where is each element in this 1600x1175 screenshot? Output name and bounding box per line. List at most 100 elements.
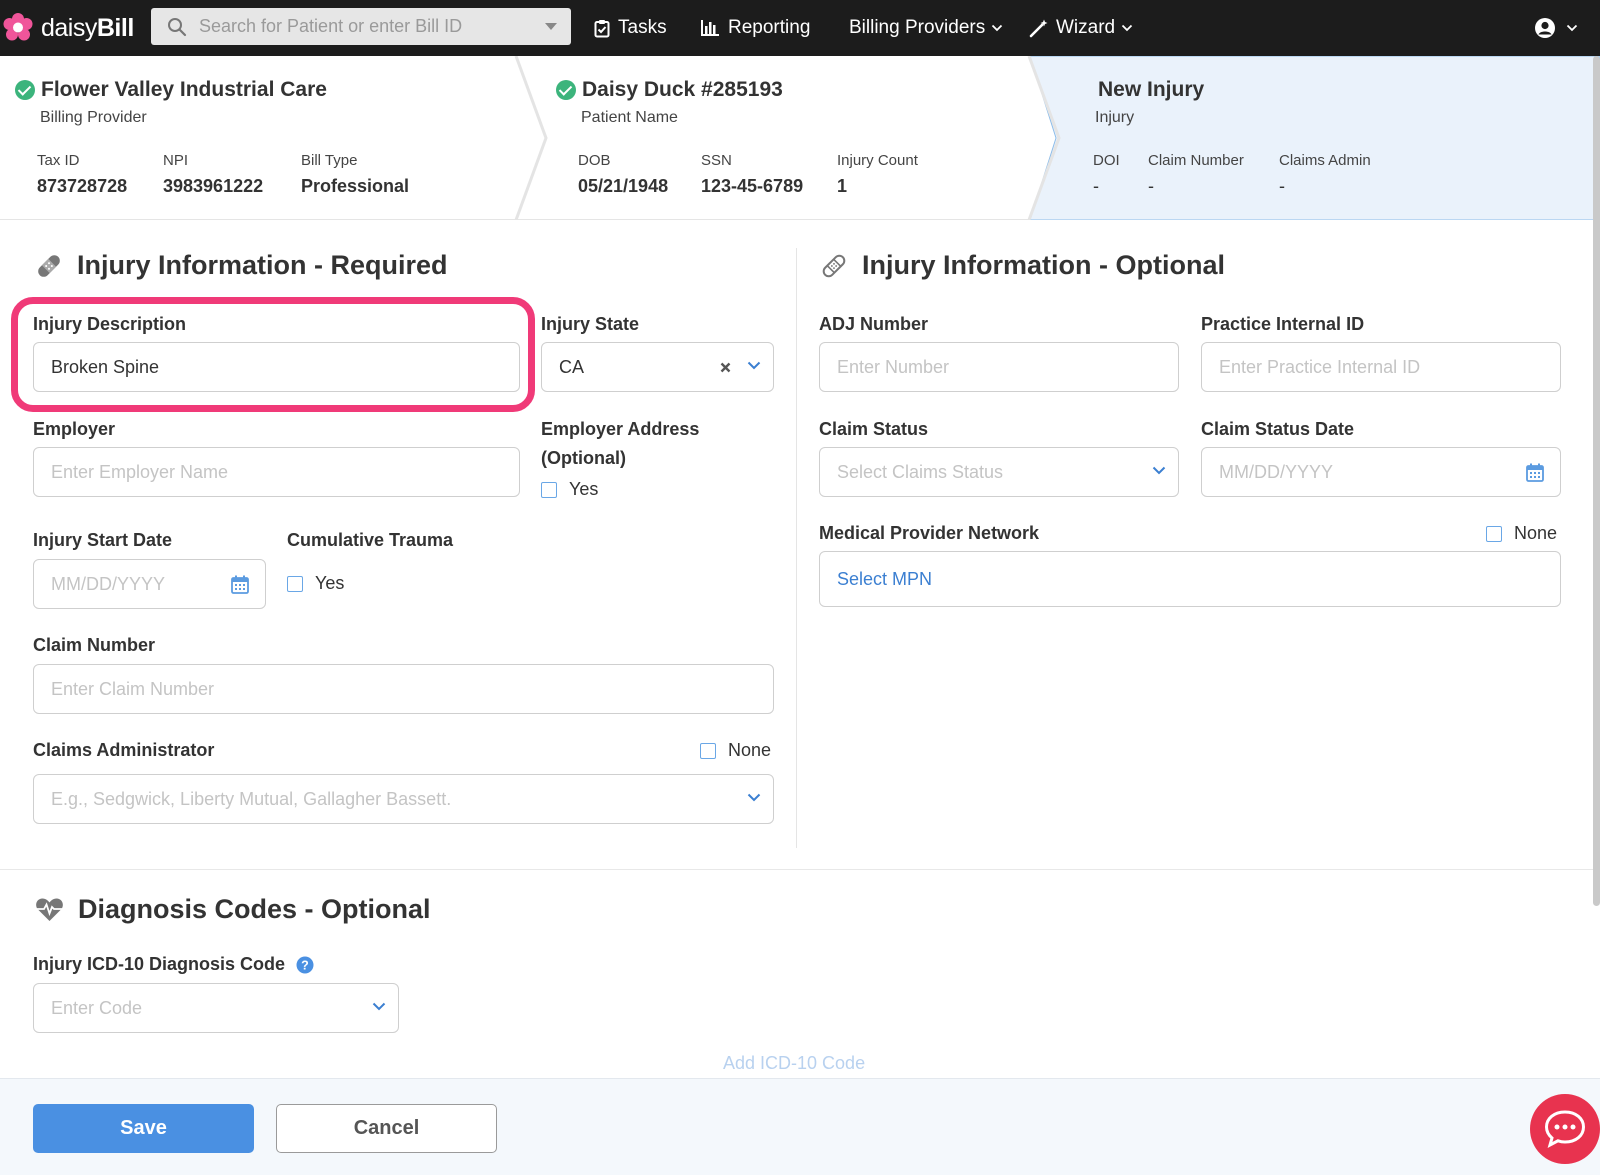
top-navbar: daisyBill Tasks Reporting Billing Provid… [0, 0, 1600, 56]
nav-wizard-label: Wizard [1056, 17, 1116, 38]
step-separator [1027, 56, 1061, 220]
nav-tasks-label: Tasks [618, 17, 667, 38]
nav-billing-providers-label: Billing Providers [849, 17, 986, 38]
search-dropdown-icon[interactable] [545, 23, 557, 30]
claims-admin-header-value: - [1279, 176, 1285, 196]
chat-button[interactable] [1530, 1094, 1600, 1164]
employer-input[interactable]: Enter Employer Name [33, 447, 520, 497]
injury-count-value: 1 [837, 176, 848, 196]
nav-wizard[interactable]: Wizard [1029, 0, 1133, 56]
checkbox-box[interactable] [1486, 525, 1502, 542]
page-scrollbar[interactable] [1593, 56, 1600, 906]
mpn-none-label: None [1514, 523, 1558, 543]
icd-label-text: Injury ICD-10 Diagnosis Code [33, 954, 286, 974]
search-input[interactable] [199, 16, 539, 37]
clipboard-check-icon [594, 19, 610, 37]
diagnosis-section-title: Diagnosis Codes - Optional [35, 894, 431, 925]
claim-status-select[interactable]: Select Claims Status [819, 447, 1179, 497]
injury-start-date-placeholder: MM/DD/YYYY [51, 573, 166, 594]
employer-address-label: Employer Address [541, 419, 700, 439]
injury-start-date-input[interactable]: MM/DD/YYYY [33, 559, 266, 609]
patient-name: Daisy Duck #285193 [582, 78, 783, 101]
doi-value: - [1093, 176, 1099, 196]
mpn-none-checkbox[interactable]: None [1486, 523, 1557, 544]
injury-count-label: Injury Count [837, 152, 918, 169]
claim-number-header-label: Claim Number [1148, 152, 1244, 169]
doi-label: DOI [1093, 152, 1120, 169]
npi-value: 3983961222 [163, 176, 264, 196]
daisy-flower-icon [3, 13, 33, 41]
claim-number-label: Claim Number [33, 635, 156, 655]
heartbeat-icon [36, 898, 63, 921]
chevron-down-icon [747, 793, 761, 802]
bandage-outline-icon [822, 254, 846, 277]
checkbox-box[interactable] [287, 575, 303, 592]
nav-reporting-label: Reporting [728, 17, 811, 38]
adj-number-label: ADJ Number [819, 314, 929, 334]
injury-description-input[interactable]: Broken Spine [33, 342, 520, 392]
provider-name: Flower Valley Industrial Care [41, 78, 327, 101]
optional-title-text: Injury Information - Optional [862, 250, 1225, 280]
calendar-icon[interactable] [231, 575, 249, 594]
mpn-label: Medical Provider Network [819, 523, 1040, 543]
claim-status-label: Claim Status [819, 419, 929, 439]
optional-section-title: Injury Information - Optional [820, 250, 1225, 281]
claims-administrator-select[interactable]: E.g., Sedgwick, Liberty Mutual, Gallaghe… [33, 774, 774, 824]
employer-address-checkbox-label: Yes [569, 479, 599, 499]
cumulative-trauma-checkbox[interactable]: Yes [287, 573, 344, 594]
injury-state-select[interactable]: CA [541, 342, 774, 392]
adj-number-input[interactable]: Enter Number [819, 342, 1179, 392]
user-menu[interactable] [1534, 0, 1578, 56]
bill-context-header: Flower Valley Industrial Care Billing Pr… [0, 56, 1600, 220]
checkbox-box[interactable] [700, 742, 716, 759]
claims-administrator-placeholder: E.g., Sedgwick, Liberty Mutual, Gallaghe… [51, 788, 452, 809]
employer-placeholder: Enter Employer Name [51, 461, 229, 482]
nav-tasks[interactable]: Tasks [594, 0, 667, 56]
chat-bubble-icon [1544, 1110, 1586, 1148]
help-icon[interactable]: ? [296, 956, 314, 974]
search-icon [168, 17, 187, 36]
check-circle-icon [556, 80, 576, 100]
calendar-icon[interactable] [1526, 463, 1544, 482]
checkbox-box[interactable] [541, 481, 557, 498]
practice-internal-id-label: Practice Internal ID [1201, 314, 1365, 334]
provider-subtitle: Billing Provider [40, 109, 147, 126]
npi-label: NPI [163, 152, 189, 169]
practice-internal-id-input[interactable]: Enter Practice Internal ID [1201, 342, 1561, 392]
daisybill-logo[interactable]: daisyBill [0, 0, 134, 56]
injury-description-value: Broken Spine [51, 356, 160, 377]
bar-chart-icon [701, 20, 719, 36]
claim-number-placeholder: Enter Claim Number [51, 678, 215, 699]
claim-status-date-placeholder: MM/DD/YYYY [1219, 461, 1334, 482]
select-mpn-field[interactable]: Select MPN [819, 551, 1561, 607]
chevron-down-icon [1152, 466, 1166, 475]
injury-description-label: Injury Description [33, 314, 187, 334]
patient-subtitle: Patient Name [581, 109, 678, 126]
practice-internal-id-placeholder: Enter Practice Internal ID [1219, 356, 1421, 377]
clear-icon[interactable] [720, 362, 731, 373]
required-section-title: Injury Information - Required [35, 250, 448, 281]
add-icd-code-link[interactable]: Add ICD-10 Code [723, 1053, 865, 1074]
claims-administrator-none-checkbox[interactable]: None [700, 740, 771, 761]
cumulative-trauma-checkbox-label: Yes [315, 573, 345, 593]
claim-status-date-input[interactable]: MM/DD/YYYY [1201, 447, 1561, 497]
chevron-down-icon [1566, 24, 1578, 32]
tax-id-label: Tax ID [37, 152, 80, 169]
cumulative-trauma-label: Cumulative Trauma [287, 530, 454, 550]
tax-id-value: 873728728 [37, 176, 128, 196]
cancel-button[interactable]: Cancel [276, 1104, 497, 1153]
employer-address-checkbox[interactable]: Yes [541, 479, 598, 500]
form-footer: Save Cancel [0, 1078, 1600, 1175]
bill-type-label: Bill Type [301, 152, 358, 169]
save-button[interactable]: Save [33, 1104, 254, 1153]
magic-wand-icon [1029, 19, 1048, 37]
nav-reporting[interactable]: Reporting [700, 0, 810, 56]
select-mpn-link[interactable]: Select MPN [837, 569, 932, 590]
column-divider [796, 248, 797, 848]
icd-code-select[interactable]: Enter Code [33, 983, 399, 1033]
patient-search[interactable] [151, 8, 571, 45]
claims-administrator-none-label: None [728, 740, 772, 760]
nav-billing-providers[interactable]: Billing Providers [849, 0, 1003, 56]
claim-number-input[interactable]: Enter Claim Number [33, 664, 774, 714]
adj-number-placeholder: Enter Number [837, 356, 950, 377]
